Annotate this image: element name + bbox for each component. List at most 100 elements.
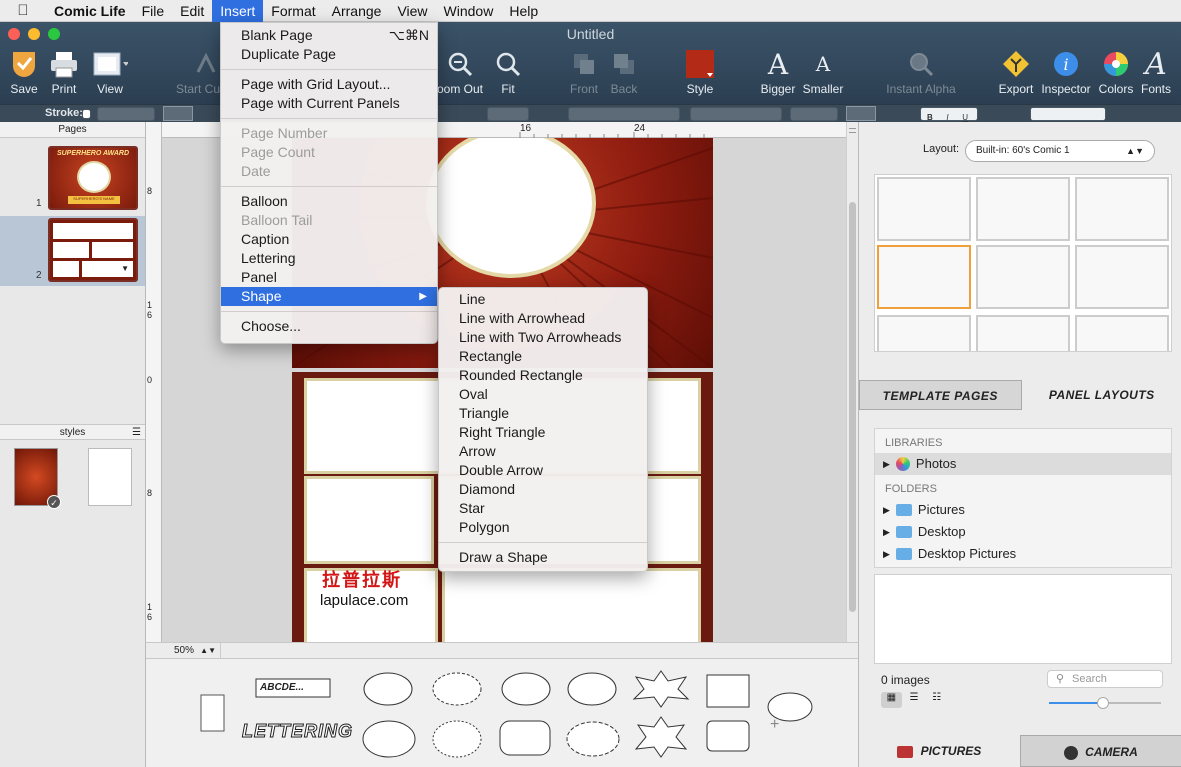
shape-diamond[interactable]: Diamond (439, 480, 647, 499)
menu-lines-icon[interactable]: ☰ (132, 425, 141, 441)
style-button[interactable]: Style (670, 46, 730, 96)
box-balloon[interactable] (706, 674, 750, 708)
page-row-2[interactable]: 2 ▼ (0, 216, 145, 286)
menu-item-choose[interactable]: Choose... (221, 317, 437, 336)
template-thumb[interactable] (877, 315, 971, 351)
folder-desktop[interactable]: ▶ Desktop (875, 521, 1171, 543)
library-photos[interactable]: ▶ Photos (875, 453, 1171, 475)
menu-format[interactable]: Format (263, 0, 323, 22)
list-view-icon[interactable]: ☰ (904, 692, 925, 708)
comic-panel[interactable] (442, 568, 701, 642)
menu-item-current-panels[interactable]: Page with Current Panels (221, 94, 437, 113)
menu-file[interactable]: File (134, 0, 173, 22)
shape-draw-a-shape[interactable]: Draw a Shape (439, 548, 647, 567)
shape-right-triangle[interactable]: Right Triangle (439, 423, 647, 442)
folder-pictures[interactable]: ▶ Pictures (875, 499, 1171, 521)
page-thumbnail-2[interactable]: ▼ (48, 218, 138, 282)
speech-balloon-2[interactable] (567, 672, 617, 706)
folder-desktop-pictures[interactable]: ▶ Desktop Pictures (875, 543, 1171, 565)
shape-line-two-arrowheads[interactable]: Line with Two Arrowheads (439, 328, 647, 347)
burst-balloon[interactable] (632, 670, 690, 708)
menu-arrange[interactable]: Arrange (324, 0, 390, 22)
page-row-1[interactable]: 1 SUPERHERO AWARD SUPERHERO'S NAME (0, 138, 145, 214)
shape-rounded-rectangle[interactable]: Rounded Rectangle (439, 366, 647, 385)
slider-knob[interactable] (1097, 697, 1109, 709)
menu-window[interactable]: Window (436, 0, 502, 22)
scream-balloon[interactable] (432, 720, 482, 758)
lettering-sample[interactable]: LETTERING (242, 721, 353, 742)
fit-button[interactable]: Fit (478, 46, 538, 96)
shape-polygon[interactable]: Polygon (439, 518, 647, 537)
stroke-width-select[interactable] (97, 107, 155, 121)
burst-balloon-2[interactable] (634, 716, 688, 758)
template-thumb[interactable] (976, 245, 1070, 309)
stroke-checkbox[interactable] (82, 109, 91, 119)
panel-shape[interactable] (200, 694, 225, 732)
whisper-balloon[interactable] (432, 672, 482, 706)
instant-alpha-button[interactable]: Instant Alpha (886, 46, 956, 96)
shape-star[interactable]: Star (439, 499, 647, 518)
jagged-balloon[interactable] (566, 721, 620, 757)
thought-balloon[interactable] (501, 672, 551, 706)
font-size-field[interactable] (487, 107, 529, 121)
disclosure-triangle-icon[interactable]: ▶ (883, 521, 890, 543)
menu-item-shape[interactable]: Shape ▶ (221, 287, 437, 306)
image-preview-area[interactable] (874, 574, 1172, 664)
speech-balloon[interactable] (363, 672, 413, 706)
page-thumbnail-1[interactable]: SUPERHERO AWARD SUPERHERO'S NAME (48, 146, 138, 210)
tab-template-pages[interactable]: TEMPLATE PAGES (859, 380, 1022, 410)
apple-icon[interactable]:  (0, 2, 46, 19)
menu-edit[interactable]: Edit (172, 0, 212, 22)
template-thumb[interactable] (877, 177, 971, 241)
size-select[interactable] (790, 107, 838, 121)
menu-app[interactable]: Comic Life (46, 0, 134, 22)
shape-line-arrowhead[interactable]: Line with Arrowhead (439, 309, 647, 328)
smaller-button[interactable]: A Smaller (793, 46, 853, 96)
thumbnail-size-slider[interactable] (1049, 697, 1161, 709)
search-field[interactable]: ⚲ Search (1047, 670, 1163, 688)
text-color-swatch[interactable] (846, 106, 876, 121)
scroll-thumb[interactable] (849, 202, 856, 612)
back-button[interactable]: Back (594, 46, 654, 96)
box-balloon-2[interactable] (706, 720, 750, 752)
menu-help[interactable]: Help (501, 0, 546, 22)
menu-insert[interactable]: Insert (212, 0, 264, 22)
template-thumb[interactable] (1075, 245, 1169, 309)
scroll-handle-icon[interactable] (849, 128, 856, 133)
tab-camera[interactable]: CAMERA (1019, 735, 1181, 767)
layout-select[interactable]: Built-in: 60's Comic 1 ▲▼ (965, 140, 1155, 162)
stroke-color-swatch[interactable] (163, 106, 193, 121)
font-family-select[interactable] (568, 107, 680, 121)
disclosure-triangle-icon[interactable]: ▶ (883, 543, 890, 565)
disclosure-triangle-icon[interactable]: ▶ (883, 453, 890, 475)
rounded-balloon[interactable] (499, 720, 551, 756)
font-style-select[interactable] (690, 107, 782, 121)
detail-view-icon[interactable]: ☷ (926, 692, 947, 708)
template-thumb[interactable] (1075, 315, 1169, 351)
menu-item-duplicate-page[interactable]: Duplicate Page (221, 45, 437, 64)
shape-line[interactable]: Line (439, 290, 647, 309)
shape-arrow[interactable]: Arrow (439, 442, 647, 461)
comic-panel[interactable] (304, 476, 434, 564)
menu-item-blank-page[interactable]: Blank Page ⌥⌘N (221, 26, 437, 45)
shape-triangle[interactable]: Triangle (439, 404, 647, 423)
shape-double-arrow[interactable]: Double Arrow (439, 461, 647, 480)
vertical-scrollbar[interactable] (846, 122, 858, 642)
style-swatch-red[interactable]: ✓ (14, 448, 61, 509)
style-swatch-white[interactable] (88, 448, 132, 506)
grid-view-icon[interactable]: ▦ (881, 692, 902, 708)
menu-item-caption[interactable]: Caption (221, 230, 437, 249)
tab-panel-layouts[interactable]: PANEL LAYOUTS (1022, 380, 1181, 410)
menu-item-grid-layout[interactable]: Page with Grid Layout... (221, 75, 437, 94)
menu-item-lettering[interactable]: Lettering (221, 249, 437, 268)
zoom-select[interactable]: 50% ▲▼ (146, 643, 221, 658)
menu-item-panel[interactable]: Panel (221, 268, 437, 287)
speech-balloon-3[interactable] (362, 720, 416, 758)
fonts-button[interactable]: A Fonts (1126, 46, 1181, 97)
menu-item-balloon[interactable]: Balloon (221, 192, 437, 211)
template-thumb[interactable] (1075, 177, 1169, 241)
template-thumb[interactable] (976, 315, 1070, 351)
view-button[interactable]: View (80, 46, 140, 96)
alignment-buttons[interactable] (1030, 107, 1106, 121)
chevron-down-icon[interactable]: ▼ (82, 261, 133, 277)
